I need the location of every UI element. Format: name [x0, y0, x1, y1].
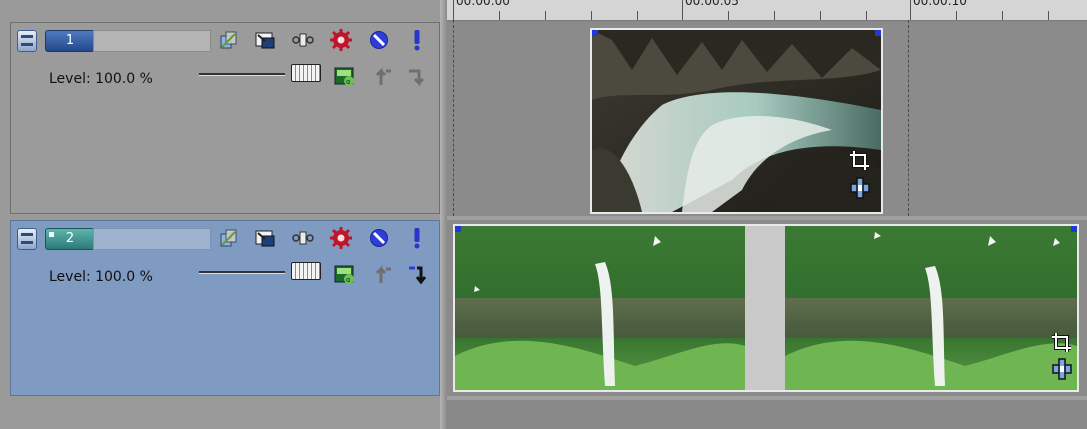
time-ruler[interactable]: 00:00:00 00:00:05 00:00:10 [447, 0, 1087, 21]
mute-icon[interactable] [367, 226, 391, 250]
video-event-clip-1[interactable] [590, 28, 883, 214]
make-compositing-parent-icon[interactable] [371, 65, 395, 89]
svg-text:α: α [346, 78, 351, 86]
mute-icon[interactable] [367, 28, 391, 52]
track-fx-icon[interactable] [329, 226, 353, 250]
composite-level-icon[interactable]: α [333, 263, 357, 287]
track-lane-separator [447, 396, 1087, 400]
clip-fade-handle[interactable] [455, 226, 461, 232]
ruler-label: 00:00:10 [913, 0, 967, 8]
ruler-label: 00:00:00 [456, 0, 510, 8]
clip-thumbnail-waterfall-valley [455, 226, 1077, 390]
composite-mode-icon[interactable] [217, 28, 241, 52]
solo-icon[interactable] [405, 226, 429, 250]
ruler-label: 00:00:05 [685, 0, 739, 8]
composite-level-icon[interactable]: α [333, 65, 357, 89]
level-slider-track[interactable] [199, 271, 285, 274]
track-minimize-button[interactable] [17, 228, 37, 250]
make-compositing-child-arrow-icon[interactable] [405, 65, 429, 89]
track-list-panel: 1 Level: 100.0 % α 2 Level: 100.0 % α [0, 0, 447, 429]
panel-splitter[interactable] [440, 0, 447, 429]
video-event-clip-2[interactable] [453, 224, 1079, 392]
track-level-label: Level: 100.0 % [49, 269, 153, 285]
track-name-field[interactable] [93, 228, 211, 250]
make-compositing-parent-icon[interactable] [371, 263, 395, 287]
clip-thumbnail-waterfall-closeup [592, 30, 881, 212]
track-header-1[interactable]: 1 Level: 100.0 % α [10, 22, 440, 214]
track-number-badge[interactable]: 2 [45, 228, 95, 250]
track-minimize-button[interactable] [17, 30, 37, 52]
track-motion-icon[interactable] [291, 226, 315, 250]
track-level-label: Level: 100.0 % [49, 71, 153, 87]
empty-track-area [10, 398, 440, 429]
make-compositing-child-icon[interactable] [253, 28, 277, 52]
grid-line [908, 20, 909, 216]
pan-crop-icon[interactable] [1049, 330, 1075, 356]
clip-fade-handle[interactable] [592, 30, 598, 36]
track-fx-icon[interactable] [329, 28, 353, 52]
event-fx-icon[interactable] [1049, 356, 1075, 382]
make-compositing-child-arrow-icon[interactable] [405, 263, 429, 287]
track-number-badge[interactable]: 1 [45, 30, 95, 52]
track-motion-icon[interactable] [291, 28, 315, 52]
grid-line [453, 20, 454, 216]
solo-icon[interactable] [405, 28, 429, 52]
make-compositing-child-icon[interactable] [253, 226, 277, 250]
timeline-area[interactable]: 00:00:00 00:00:05 00:00:10 [447, 0, 1087, 429]
svg-text:α: α [346, 276, 351, 284]
pan-crop-icon[interactable] [847, 148, 873, 174]
track-header-2[interactable]: 2 Level: 100.0 % α [10, 220, 440, 396]
level-slider-thumb[interactable] [291, 262, 321, 280]
event-fx-icon[interactable] [847, 175, 873, 201]
clip-fade-handle[interactable] [1071, 226, 1077, 232]
level-slider-track[interactable] [199, 73, 285, 76]
track-name-field[interactable] [93, 30, 211, 52]
level-slider-thumb[interactable] [291, 64, 321, 82]
composite-mode-icon[interactable] [217, 226, 241, 250]
clip-fade-handle[interactable] [875, 30, 881, 36]
